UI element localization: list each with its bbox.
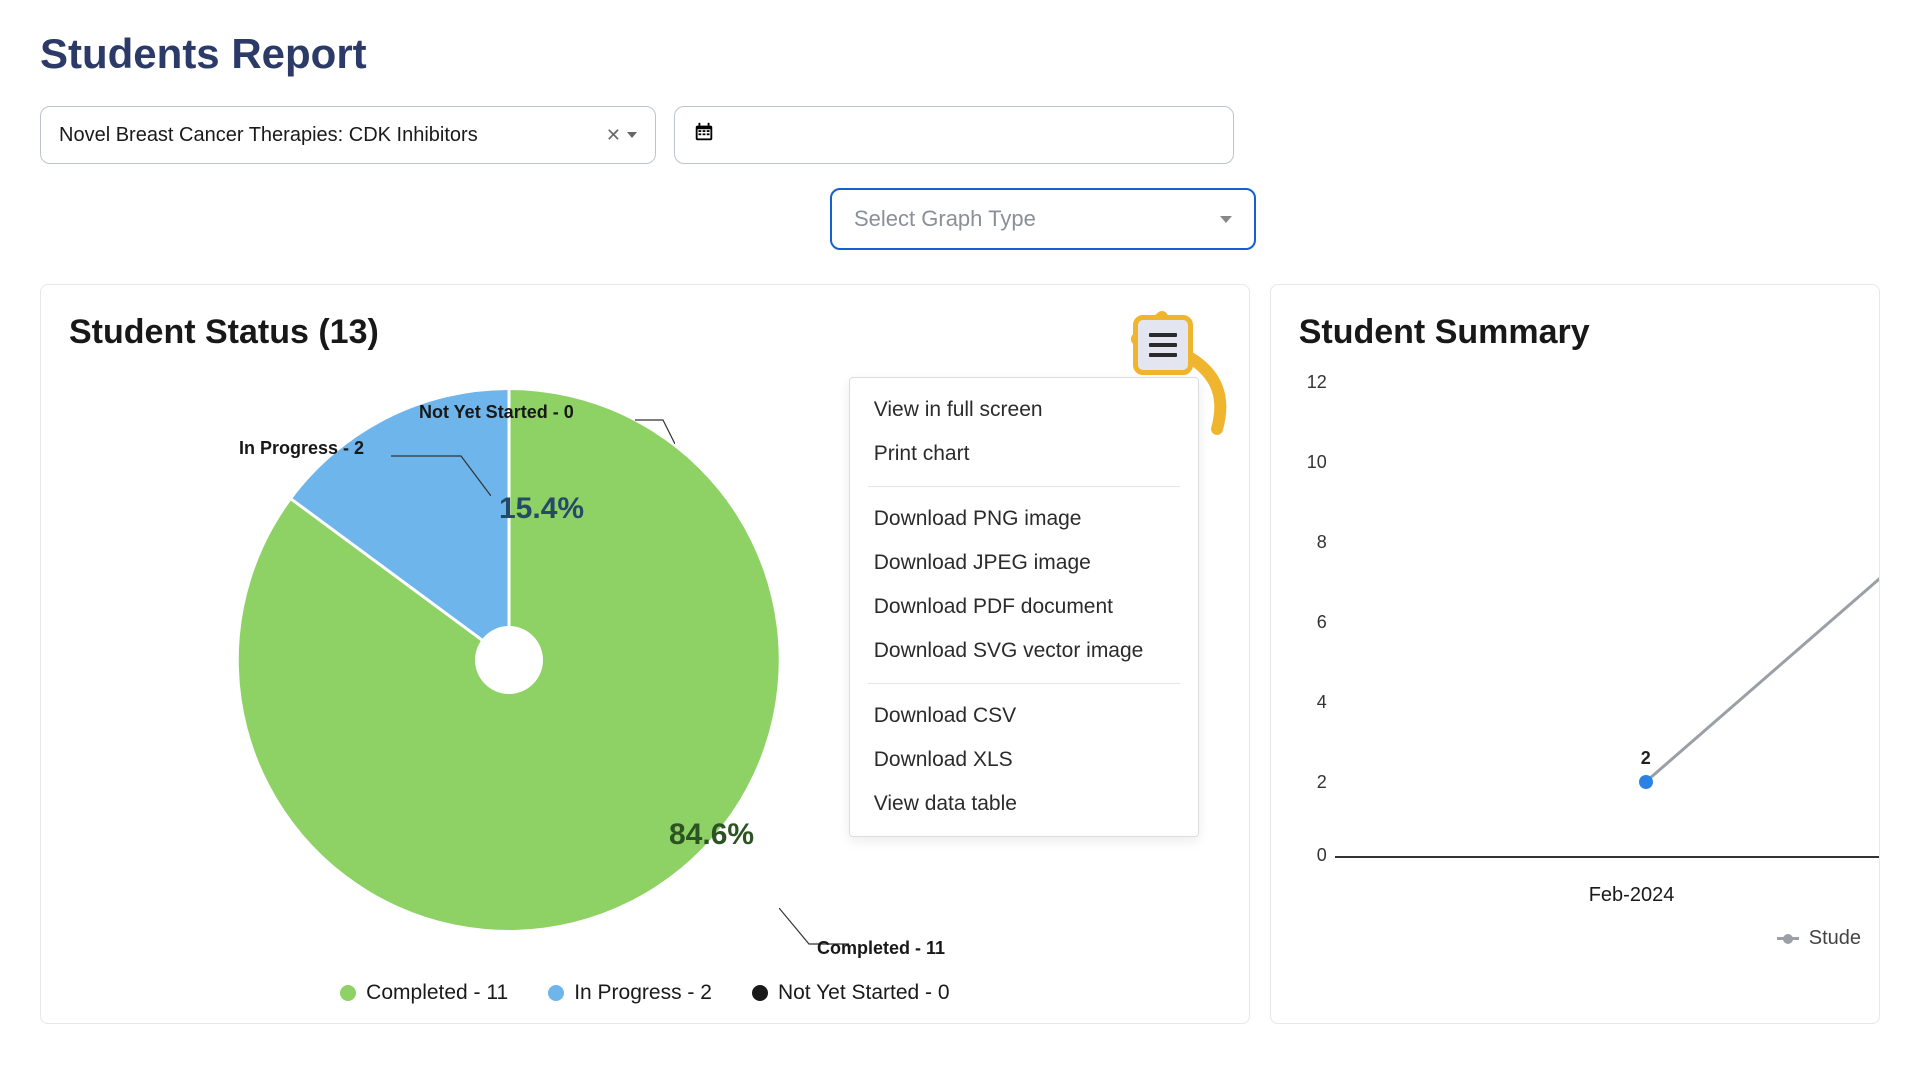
hamburger-icon xyxy=(1149,333,1177,337)
leader-line xyxy=(391,446,491,496)
menu-view-data-table[interactable]: View data table xyxy=(850,782,1198,826)
y-axis-tick: 8 xyxy=(1297,532,1327,553)
menu-download-jpeg[interactable]: Download JPEG image xyxy=(850,541,1198,585)
data-point xyxy=(1639,775,1653,789)
pie-label-completed: Completed - 11 xyxy=(817,938,945,959)
y-axis-tick: 0 xyxy=(1297,845,1327,866)
hamburger-icon xyxy=(1149,343,1177,347)
menu-print-chart[interactable]: Print chart xyxy=(850,432,1198,476)
x-axis xyxy=(1335,856,1880,858)
y-axis-tick: 12 xyxy=(1297,372,1327,393)
graph-type-select[interactable]: Select Graph Type xyxy=(830,188,1256,250)
pie-chart xyxy=(229,380,789,940)
x-axis-tick: Feb-2024 xyxy=(1589,884,1675,907)
legend-swatch-icon xyxy=(340,985,356,1001)
y-axis-tick: 4 xyxy=(1297,692,1327,713)
legend-label: Stude xyxy=(1809,927,1861,950)
legend-label: Not Yet Started - 0 xyxy=(778,981,950,1005)
calendar-icon[interactable] xyxy=(693,121,715,149)
menu-view-full-screen[interactable]: View in full screen xyxy=(850,388,1198,432)
legend-swatch-icon xyxy=(548,985,564,1001)
line-segment xyxy=(1644,506,1880,784)
legend-label: Completed - 11 xyxy=(366,981,508,1005)
leader-line xyxy=(635,410,675,444)
menu-separator xyxy=(868,486,1180,487)
menu-separator xyxy=(868,683,1180,684)
legend-swatch-icon xyxy=(752,985,768,1001)
line-chart: 12 10 8 6 4 2 0 Feb-2024 2 Stude xyxy=(1299,360,1851,960)
y-axis-tick: 6 xyxy=(1297,612,1327,633)
pie-slice-pct-completed: 84.6% xyxy=(669,818,754,852)
line-legend: Stude xyxy=(1777,927,1861,950)
course-filter[interactable]: Novel Breast Cancer Therapies: CDK Inhib… xyxy=(40,106,656,164)
page-title: Students Report xyxy=(40,30,1880,78)
legend-swatch-icon xyxy=(1777,937,1799,940)
menu-download-xls[interactable]: Download XLS xyxy=(850,738,1198,782)
close-icon[interactable]: ✕ xyxy=(606,125,621,146)
student-status-card: Student Status (13) View in full screen … xyxy=(40,284,1250,1024)
data-point-label: 2 xyxy=(1641,748,1651,769)
legend-item-completed[interactable]: Completed - 11 xyxy=(340,981,508,1005)
student-summary-title: Student Summary xyxy=(1299,313,1851,352)
graph-type-placeholder: Select Graph Type xyxy=(854,206,1036,232)
student-status-title: Student Status (13) xyxy=(69,313,1221,352)
legend-item-in-progress[interactable]: In Progress - 2 xyxy=(548,981,712,1005)
pie-legend: Completed - 11 In Progress - 2 Not Yet S… xyxy=(41,981,1249,1005)
legend-label: In Progress - 2 xyxy=(574,981,712,1005)
course-filter-label: Novel Breast Cancer Therapies: CDK Inhib… xyxy=(59,124,606,147)
student-summary-card: Student Summary 12 10 8 6 4 2 0 Feb-2024… xyxy=(1270,284,1880,1024)
pie-label-not-started: Not Yet Started - 0 xyxy=(419,402,574,423)
y-axis-tick: 10 xyxy=(1297,452,1327,473)
chevron-down-icon[interactable] xyxy=(627,132,637,138)
date-filter[interactable] xyxy=(674,106,1234,164)
chevron-down-icon[interactable] xyxy=(1220,216,1232,223)
menu-download-pdf[interactable]: Download PDF document xyxy=(850,585,1198,629)
pie-slice-pct-in-progress: 15.4% xyxy=(499,492,584,526)
menu-download-svg[interactable]: Download SVG vector image xyxy=(850,629,1198,673)
y-axis-tick: 2 xyxy=(1297,772,1327,793)
pie-label-in-progress: In Progress - 2 xyxy=(239,438,364,459)
menu-download-png[interactable]: Download PNG image xyxy=(850,497,1198,541)
hamburger-icon xyxy=(1149,353,1177,357)
chart-menu-button[interactable] xyxy=(1133,315,1193,375)
chart-export-menu: View in full screen Print chart Download… xyxy=(849,377,1199,837)
menu-download-csv[interactable]: Download CSV xyxy=(850,694,1198,738)
filters-row: Novel Breast Cancer Therapies: CDK Inhib… xyxy=(40,106,1880,164)
legend-item-not-started[interactable]: Not Yet Started - 0 xyxy=(752,981,950,1005)
